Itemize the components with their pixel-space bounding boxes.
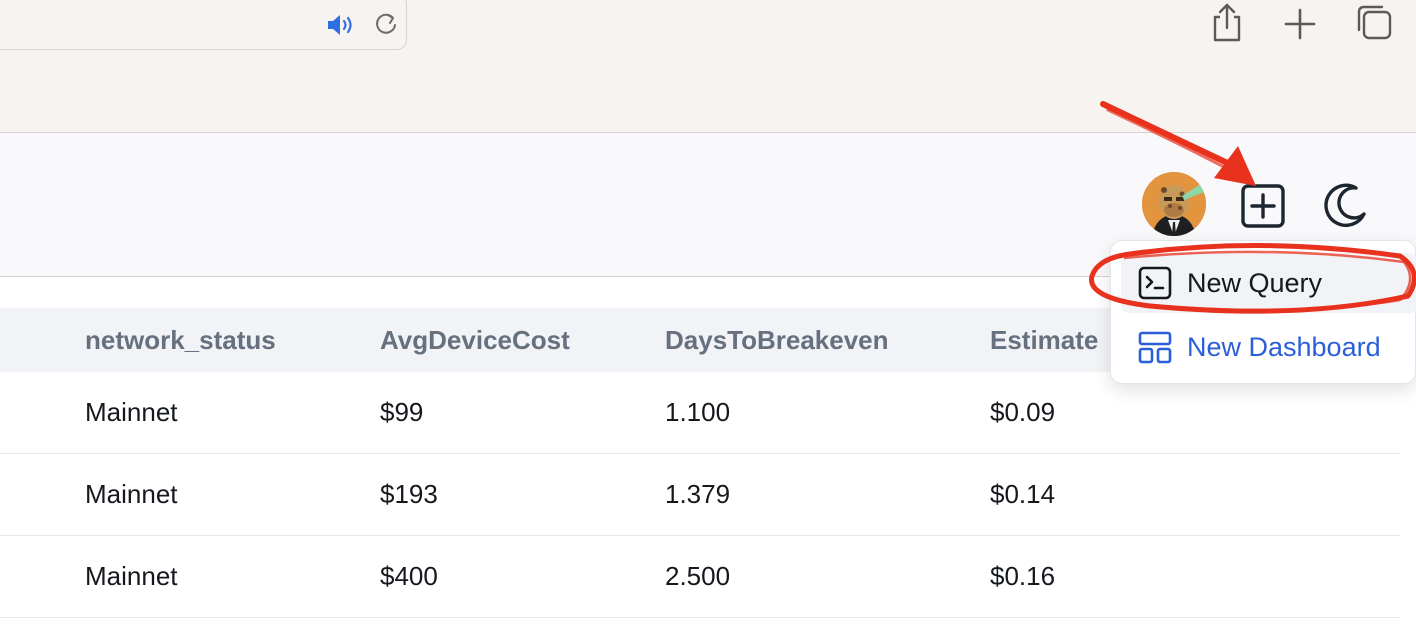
new-tab-icon[interactable] bbox=[1280, 4, 1320, 44]
plus-square-icon bbox=[1241, 184, 1285, 228]
table-cell: 2.500 bbox=[665, 561, 731, 591]
menu-item-new-dashboard[interactable]: New Dashboard bbox=[1121, 317, 1416, 377]
new-item-dropdown: New Query New Dashboard bbox=[1110, 240, 1416, 384]
column-header-avg-device-cost[interactable]: AvgDeviceCost bbox=[380, 308, 570, 372]
table-cell: Mainnet bbox=[85, 561, 178, 591]
table-cell: Mainnet bbox=[85, 479, 178, 509]
column-header-estimate[interactable]: Estimate bbox=[990, 308, 1098, 372]
terminal-icon bbox=[1138, 266, 1172, 300]
browser-toolbar bbox=[0, 0, 1416, 133]
menu-item-label: New Dashboard bbox=[1187, 332, 1381, 362]
menu-item-label: New Query bbox=[1187, 268, 1323, 298]
column-header-network-status[interactable]: network_status bbox=[85, 308, 276, 372]
reload-icon[interactable] bbox=[371, 9, 401, 39]
dashboard-layout-icon bbox=[1138, 331, 1172, 364]
table-cell: 1.379 bbox=[665, 479, 731, 509]
speaker-icon[interactable] bbox=[325, 11, 357, 39]
new-item-button[interactable] bbox=[1238, 182, 1288, 230]
moon-icon bbox=[1324, 183, 1366, 228]
table-cell: $193 bbox=[380, 479, 438, 509]
table-cell: Mainnet bbox=[85, 397, 178, 427]
ape-avatar bbox=[1142, 172, 1206, 236]
table-cell: $0.14 bbox=[990, 479, 1056, 509]
address-bar[interactable] bbox=[0, 0, 407, 50]
table-cell: $99 bbox=[380, 397, 424, 427]
tabs-overview-icon[interactable] bbox=[1354, 2, 1396, 44]
table-cell: 1.100 bbox=[665, 397, 731, 427]
table-cell: $400 bbox=[380, 561, 438, 591]
table-cell: $0.09 bbox=[990, 397, 1056, 427]
menu-item-new-query[interactable]: New Query bbox=[1121, 253, 1416, 313]
column-header-days-to-breakeven[interactable]: DaysToBreakeven bbox=[665, 308, 889, 372]
share-icon[interactable] bbox=[1206, 2, 1248, 44]
table-cell: $0.16 bbox=[990, 561, 1056, 591]
user-avatar[interactable] bbox=[1142, 172, 1206, 236]
theme-toggle-button[interactable] bbox=[1318, 180, 1370, 232]
